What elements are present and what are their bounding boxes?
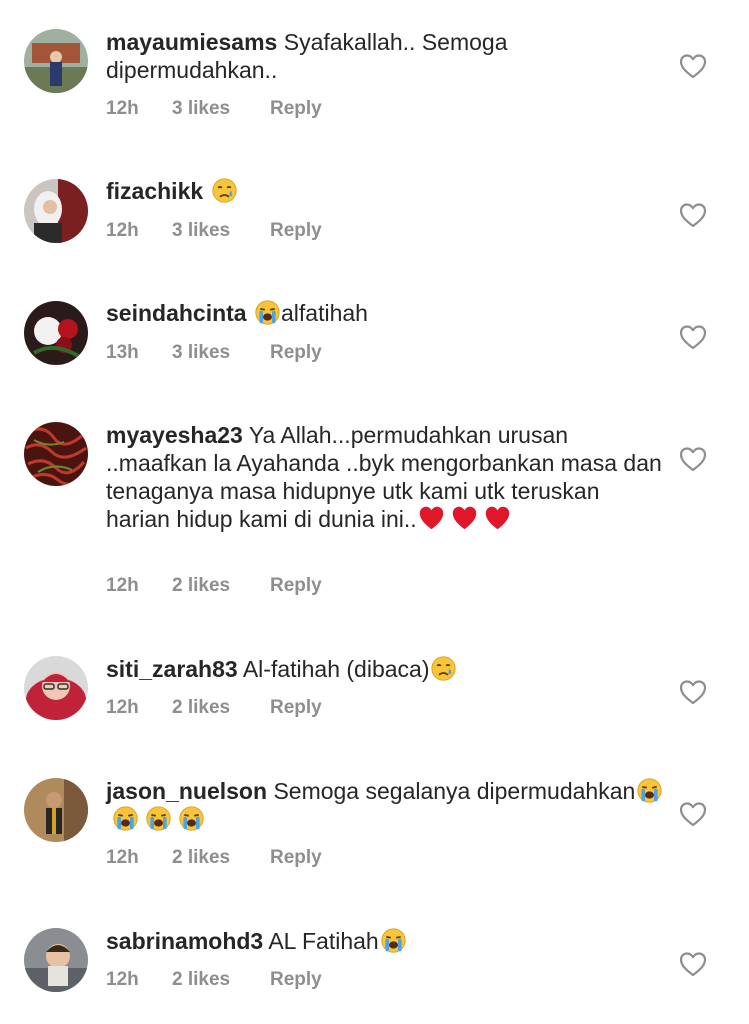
likes-count[interactable]: 2 likes [172, 969, 270, 991]
username-link[interactable]: sabrinamohd3 [106, 928, 263, 954]
comment-text: sabrinamohd3 AL Fatihah [106, 927, 666, 955]
reply-button[interactable]: Reply [270, 98, 322, 120]
heart-outline-icon[interactable] [679, 679, 707, 705]
timestamp: 12h [106, 98, 139, 119]
avatar[interactable] [24, 778, 88, 842]
red-heart-icon [418, 505, 445, 532]
comment-body: Al-fatihah (dibaca) [242, 656, 430, 682]
likes-count[interactable]: 2 likes [172, 575, 270, 597]
reply-button[interactable]: Reply [270, 847, 322, 869]
comment-meta: 12h 3 likes Reply [106, 98, 322, 120]
heart-outline-icon[interactable] [679, 801, 707, 827]
timestamp: 12h [106, 847, 139, 868]
heart-outline-icon[interactable] [679, 324, 707, 350]
comment-text: jason_nuelson Semoga segalanya dipermuda… [106, 777, 666, 833]
reply-button[interactable]: Reply [270, 575, 322, 597]
reply-button[interactable]: Reply [270, 697, 322, 719]
likes-count[interactable]: 3 likes [172, 98, 270, 120]
likes-count[interactable]: 3 likes [172, 220, 270, 242]
timestamp: 12h [106, 969, 139, 990]
comment-meta: 12h 2 likes Reply [106, 969, 322, 991]
loudly-crying-face-icon [380, 927, 407, 954]
comment-text: seindahcinta alfatihah [106, 299, 666, 327]
avatar[interactable] [24, 656, 88, 720]
comment-meta: 13h 3 likes Reply [106, 342, 322, 364]
username-link[interactable]: fizachikk [106, 178, 203, 204]
timestamp: 13h [106, 342, 139, 363]
heart-outline-icon[interactable] [679, 53, 707, 79]
reply-button[interactable]: Reply [270, 342, 322, 364]
avatar[interactable] [24, 301, 88, 365]
heart-outline-icon[interactable] [679, 446, 707, 472]
comment-body: AL Fatihah [268, 928, 379, 954]
avatar[interactable] [24, 422, 88, 486]
comment-meta: 12h 2 likes Reply [106, 575, 322, 597]
loudly-crying-face-icon [112, 805, 139, 832]
username-link[interactable]: seindahcinta [106, 300, 247, 326]
red-heart-icon [451, 505, 478, 532]
timestamp: 12h [106, 697, 139, 718]
timestamp: 12h [106, 220, 139, 241]
crying-face-icon [211, 177, 238, 204]
likes-count[interactable]: 2 likes [172, 847, 270, 869]
username-link[interactable]: jason_nuelson [106, 778, 267, 804]
reply-button[interactable]: Reply [270, 969, 322, 991]
comment-body: alfatihah [281, 300, 368, 326]
username-link[interactable]: siti_zarah83 [106, 656, 238, 682]
reply-button[interactable]: Reply [270, 220, 322, 242]
loudly-crying-face-icon [178, 805, 205, 832]
comment-meta: 12h 2 likes Reply [106, 697, 322, 719]
loudly-crying-face-icon [145, 805, 172, 832]
comment-body: Semoga segalanya dipermudahkan [273, 778, 636, 804]
loudly-crying-face-icon [636, 777, 663, 804]
comment-text: siti_zarah83 Al-fatihah (dibaca) [106, 655, 666, 683]
likes-count[interactable]: 3 likes [172, 342, 270, 364]
crying-face-icon [430, 655, 457, 682]
comment-meta: 12h 2 likes Reply [106, 847, 322, 869]
heart-outline-icon[interactable] [679, 951, 707, 977]
comment-text: mayaumiesams Syafakallah.. Semoga diperm… [106, 28, 666, 84]
heart-outline-icon[interactable] [679, 202, 707, 228]
avatar[interactable] [24, 29, 88, 93]
likes-count[interactable]: 2 likes [172, 697, 270, 719]
comment-text: fizachikk [106, 177, 666, 205]
username-link[interactable]: mayaumiesams [106, 29, 277, 55]
comment-text: myayesha23 Ya Allah...permudahkan urusan… [106, 421, 666, 533]
avatar[interactable] [24, 928, 88, 992]
avatar[interactable] [24, 179, 88, 243]
comment-meta: 12h 3 likes Reply [106, 220, 322, 242]
loudly-crying-face-icon [254, 299, 281, 326]
username-link[interactable]: myayesha23 [106, 422, 243, 448]
timestamp: 12h [106, 575, 139, 596]
red-heart-icon [484, 505, 511, 532]
